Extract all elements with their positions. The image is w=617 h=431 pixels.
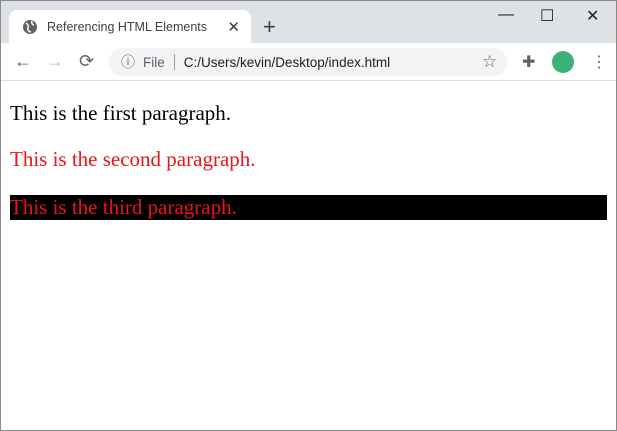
browser-window: Referencing HTML Elements ✕ + — ☐ ✕ ← → …: [0, 0, 617, 431]
minimize-button[interactable]: —: [498, 6, 514, 24]
address-bar[interactable]: ⓘ File C:/Users/kevin/Desktop/index.html: [109, 48, 507, 76]
first-paragraph: This is the first paragraph.: [10, 101, 232, 125]
tab-close-button[interactable]: ✕: [227, 18, 240, 36]
url-text[interactable]: C:/Users/kevin/Desktop/index.html: [184, 55, 390, 70]
new-tab-button[interactable]: +: [263, 14, 276, 40]
extensions-puzzle-icon[interactable]: ✚: [522, 52, 535, 72]
menu-kebab-icon[interactable]: ⋮: [591, 52, 607, 72]
page-content: This is the first paragraph. This is the…: [2, 82, 615, 429]
profile-avatar[interactable]: [552, 51, 574, 73]
globe-icon: [23, 19, 37, 34]
tab-strip: Referencing HTML Elements ✕ + — ☐ ✕: [1, 1, 616, 43]
close-window-button[interactable]: ✕: [586, 6, 599, 26]
scheme-label: File: [143, 54, 165, 70]
reload-icon[interactable]: ⟳: [79, 51, 94, 72]
second-paragraph: This is the second paragraph.: [10, 147, 256, 171]
bookmark-star-icon[interactable]: ☆: [482, 52, 497, 72]
back-icon[interactable]: ←: [14, 51, 32, 72]
info-icon[interactable]: ⓘ: [121, 52, 135, 72]
divider: [173, 54, 175, 70]
maximize-button[interactable]: ☐: [540, 6, 554, 26]
tab-active[interactable]: Referencing HTML Elements ✕: [9, 10, 251, 43]
toolbar: ← → ⟳ ⓘ File C:/Users/kevin/Desktop/inde…: [1, 43, 616, 81]
third-paragraph: This is the third paragraph.: [10, 195, 607, 220]
tab-title: Referencing HTML Elements: [47, 19, 208, 34]
forward-icon[interactable]: →: [46, 51, 64, 72]
